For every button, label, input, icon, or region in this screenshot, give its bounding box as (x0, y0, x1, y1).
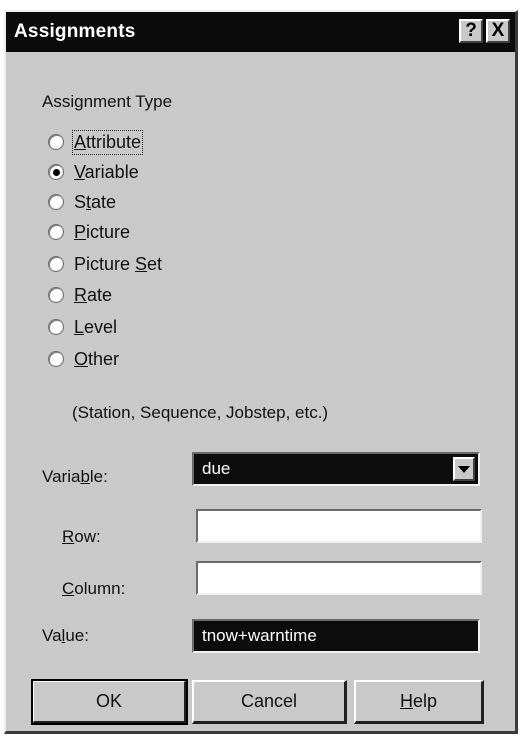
radio-label-variable: Variable (74, 161, 139, 182)
radio-state[interactable]: State (48, 189, 116, 215)
radio-circle-icon (48, 351, 64, 367)
other-description: (Station, Sequence, Jobstep, etc.) (72, 403, 329, 422)
variable-select[interactable]: due (192, 452, 480, 486)
value-input[interactable]: tnow+warntime (192, 619, 480, 653)
radio-label-state: State (74, 191, 117, 212)
radio-label-other: Other (74, 348, 120, 369)
radio-circle-icon (48, 194, 64, 210)
radio-circle-icon (48, 256, 64, 272)
radio-circle-icon (48, 319, 64, 335)
radio-other[interactable]: Other (48, 346, 119, 372)
assignment-type-label: Assignment Type (42, 92, 173, 111)
radio-picture-set[interactable]: Picture Set (48, 251, 162, 277)
radio-level[interactable]: Level (48, 314, 117, 340)
row-label: Row: (62, 527, 101, 546)
radio-label-picture-set: Picture Set (74, 253, 163, 274)
variable-selected-value: due (202, 459, 231, 478)
assignments-dialog: Assignments ? X Assignment Type Attribut… (4, 10, 518, 734)
row-input[interactable] (196, 509, 482, 543)
radio-circle-icon (48, 134, 64, 150)
chevron-down-icon[interactable] (453, 457, 475, 481)
radio-picture[interactable]: Picture (48, 219, 130, 245)
title-bar[interactable]: Assignments ? X (6, 12, 515, 52)
radio-circle-icon (48, 287, 64, 303)
radio-label-rate: Rate (74, 284, 113, 305)
ok-button[interactable]: OK (31, 679, 188, 725)
radio-selected-icon (48, 164, 64, 180)
cancel-button[interactable]: Cancel (192, 680, 347, 724)
radio-rate[interactable]: Rate (48, 282, 112, 308)
column-input[interactable] (196, 561, 482, 595)
radio-label-level: Level (74, 316, 118, 337)
radio-label-attribute: Attribute (71, 129, 144, 155)
value-label: Value: (42, 626, 89, 645)
variable-label: Variable: (42, 467, 108, 486)
window-title: Assignments (14, 21, 136, 42)
value-input-text: tnow+warntime (202, 626, 317, 645)
radio-attribute[interactable]: Attribute (48, 129, 144, 155)
column-label: Column: (62, 579, 126, 598)
help-icon[interactable]: ? (459, 19, 483, 43)
radio-circle-icon (48, 224, 64, 240)
help-button[interactable]: Help (354, 680, 484, 724)
radio-label-picture: Picture (74, 221, 131, 242)
close-icon[interactable]: X (486, 19, 510, 43)
radio-variable[interactable]: Variable (48, 159, 139, 185)
